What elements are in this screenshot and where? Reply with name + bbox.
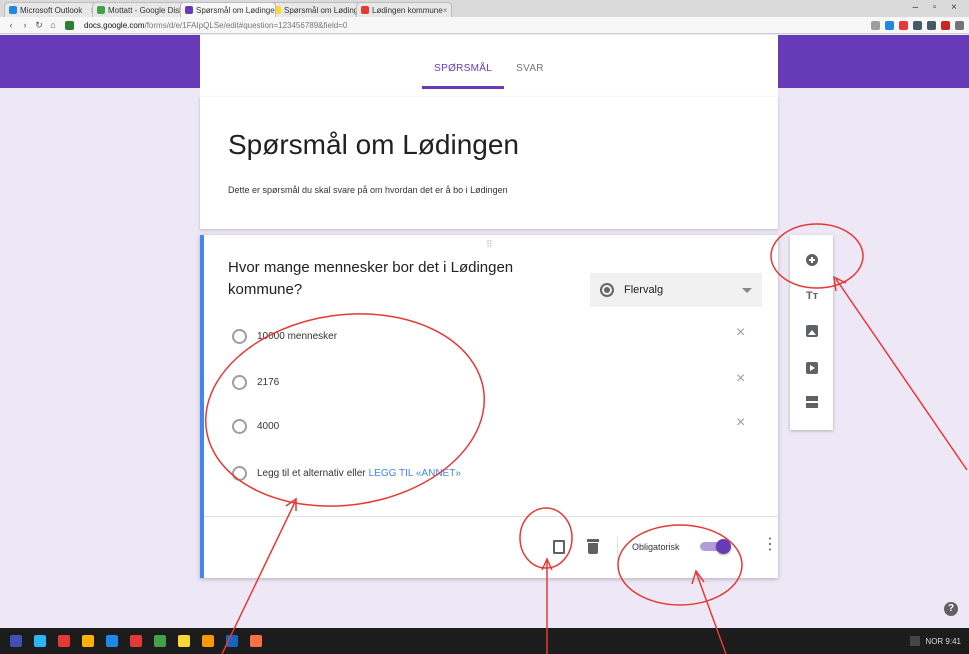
add-question-icon[interactable] — [806, 254, 818, 266]
tray-clock[interactable]: NOR 9:41 — [925, 637, 961, 646]
question-footer-divider — [204, 516, 778, 517]
app-icon[interactable] — [250, 635, 262, 647]
app-icon[interactable] — [226, 635, 238, 647]
add-other-link[interactable]: LEGG TIL «ANNET» — [369, 468, 461, 479]
app-icon[interactable] — [106, 635, 118, 647]
browser-tab-label: Lødingen kommune — [372, 5, 443, 15]
url-host: docs.google.com — [84, 20, 145, 30]
add-title-icon[interactable]: Tт — [806, 290, 818, 302]
star-icon[interactable] — [871, 20, 880, 30]
option-row[interactable]: 10000 mennesker — [232, 329, 337, 344]
secure-lock-icon — [65, 20, 74, 30]
radio-circle-icon — [232, 419, 247, 434]
app-icon[interactable] — [82, 635, 94, 647]
add-option-row: Legg til et alternativ eller LEGG TIL «A… — [232, 466, 461, 481]
reload-icon[interactable]: ↻ — [33, 20, 45, 31]
duplicate-icon[interactable] — [553, 540, 565, 554]
form-description[interactable]: Dette er spørsmål du skal svare på om hv… — [228, 185, 508, 195]
option-label[interactable]: 4000 — [257, 421, 279, 432]
add-section-icon[interactable] — [806, 396, 818, 408]
remove-option-icon[interactable]: × — [736, 370, 745, 388]
home-icon[interactable]: ⌂ — [47, 20, 59, 30]
url-path: /forms/d/e/1FAIpQLSe/edit#question=12345… — [144, 20, 348, 30]
app-icon[interactable] — [154, 635, 166, 647]
tray-icon[interactable] — [910, 636, 921, 646]
browser-tab[interactable]: Mottatt - Google Disk× — [92, 2, 188, 17]
start-icon[interactable] — [10, 635, 22, 647]
trash-can — [588, 543, 598, 554]
form-title-card: Spørsmål om Lødingen Dette er spørsmål d… — [200, 97, 778, 229]
extension-icon[interactable] — [941, 20, 950, 30]
back-icon[interactable]: ‹ — [5, 20, 17, 30]
add-option-button[interactable]: Legg til et alternativ — [257, 468, 344, 479]
more-options-icon[interactable]: ⋮ — [762, 537, 778, 553]
browser-tab-label: Spørsmål om Lødingen — [196, 5, 276, 15]
option-label[interactable]: 2176 — [257, 377, 279, 388]
browser-tab[interactable]: Microsoft Outlook× — [4, 2, 100, 17]
taskbar: NOR 9:41 — [0, 628, 969, 654]
help-icon[interactable]: ? — [944, 602, 958, 616]
trash-icon[interactable] — [587, 539, 599, 554]
extension-icon[interactable] — [927, 20, 936, 30]
tab-answers[interactable]: SVAR — [504, 35, 556, 95]
extension-icon[interactable] — [913, 20, 922, 30]
close-icon[interactable]: × — [443, 6, 448, 15]
browser-tab-active[interactable]: Spørsmål om Lødingen× — [180, 2, 276, 17]
option-row[interactable]: 4000 — [232, 419, 279, 434]
add-image-icon[interactable] — [806, 325, 818, 337]
system-tray: NOR 9:41 — [910, 636, 961, 646]
extension-icons — [871, 20, 964, 30]
question-type-select[interactable]: Flervalg — [590, 273, 762, 307]
browser-tab-label: Spørsmål om Lødingen - Google — [284, 5, 364, 15]
window-controls[interactable]: – ▫ × — [912, 2, 963, 13]
address-bar[interactable]: docs.google.com/forms/d/e/1FAIpQLSe/edit… — [84, 21, 347, 30]
footer-separator — [617, 536, 618, 560]
form-title[interactable]: Spørsmål om Lødingen — [228, 129, 519, 161]
radio-circle-icon — [232, 466, 247, 481]
chevron-down-icon — [742, 287, 752, 293]
menu-icon[interactable] — [955, 20, 964, 30]
radio-button-icon — [600, 283, 614, 297]
option-row[interactable]: 2176 — [232, 375, 279, 390]
drag-handle-icon[interactable]: ⠿ — [486, 239, 494, 250]
side-toolbar: Tт — [790, 235, 833, 430]
question-text[interactable]: Hvor mange mennesker bor det i Lødingen … — [228, 257, 568, 301]
remove-option-icon[interactable]: × — [736, 324, 745, 342]
trash-lid — [587, 539, 599, 542]
form-tabs: SPØRSMÅL SVAR — [200, 35, 778, 97]
app-icon[interactable] — [130, 635, 142, 647]
question-type-label: Flervalg — [624, 284, 664, 296]
extension-icon[interactable] — [899, 20, 908, 30]
app-icon[interactable] — [34, 635, 46, 647]
browser-tab-strip: Microsoft Outlook× Mottatt - Google Disk… — [0, 0, 969, 17]
required-label: Obligatorisk — [632, 542, 680, 552]
app-icon[interactable] — [58, 635, 70, 647]
browser-tab[interactable]: Lødingen kommune × — [356, 2, 452, 17]
outlook-favicon — [9, 6, 17, 14]
site-favicon — [361, 6, 369, 14]
add-video-icon[interactable] — [806, 362, 818, 374]
app-icon[interactable] — [178, 635, 190, 647]
forward-icon[interactable]: › — [19, 20, 31, 30]
app-icon[interactable] — [202, 635, 214, 647]
browser-tab-label: Microsoft Outlook — [20, 5, 83, 15]
radio-circle-icon — [232, 375, 247, 390]
option-label[interactable]: 10000 mennesker — [257, 331, 337, 342]
drive-favicon — [97, 6, 105, 14]
toggle-knob — [716, 539, 731, 554]
browser-tab[interactable]: Spørsmål om Lødingen - Google× — [268, 2, 364, 17]
question-card[interactable]: ⠿ Hvor mange mennesker bor det i Lødinge… — [200, 235, 778, 578]
add-option-or: eller — [346, 468, 366, 479]
remove-option-icon[interactable]: × — [736, 414, 745, 432]
browser-tab-label: Mottatt - Google Disk — [108, 5, 184, 15]
browser-toolbar: ‹ › ↻ ⌂ docs.google.com/forms/d/e/1FAIpQ… — [0, 17, 969, 34]
forms-favicon — [185, 6, 193, 14]
required-toggle[interactable] — [700, 539, 731, 554]
extension-icon[interactable] — [885, 20, 894, 30]
annotation-arrow-add-question — [835, 278, 968, 471]
tab-questions[interactable]: SPØRSMÅL — [422, 35, 505, 95]
radio-circle-icon — [232, 329, 247, 344]
annotation-arrowhead — [833, 275, 847, 292]
